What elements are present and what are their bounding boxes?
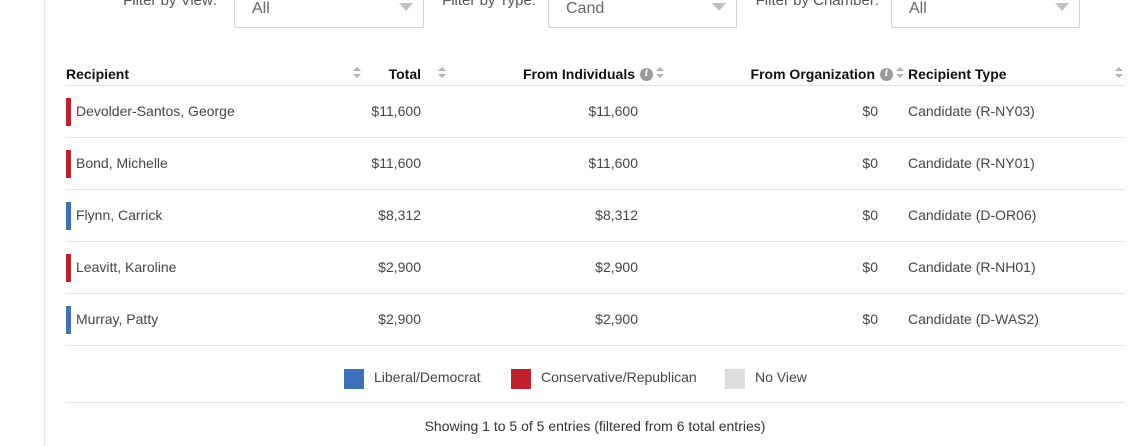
party-color-bar: [66, 202, 71, 230]
recipient-type-cell: Candidate (R-NH01): [908, 259, 1036, 275]
table-row: Devolder-Santos, George $11,600 $11,600 …: [66, 86, 1124, 138]
table-body: Devolder-Santos, George $11,600 $11,600 …: [66, 86, 1124, 346]
recipient-name-link[interactable]: Devolder-Santos, George: [76, 103, 235, 119]
filter-bar: Filter by View: All Filter by Type: Cand…: [0, 0, 1139, 28]
total-cell: $2,900: [378, 311, 421, 327]
party-color-bar: [66, 150, 71, 178]
header-from-organization[interactable]: From Organization: [751, 66, 875, 82]
table-row: Bond, Michelle $11,600 $11,600 $0 Candid…: [66, 138, 1124, 190]
total-cell: $8,312: [378, 207, 421, 223]
legend-label-democrat: Liberal/Democrat: [374, 369, 481, 385]
filter-view-select[interactable]: All: [234, 0, 424, 28]
content-left-border: [44, 0, 45, 446]
organization-cell: $0: [862, 207, 878, 223]
individuals-cell: $2,900: [595, 259, 638, 275]
party-legend: Liberal/Democrat Conservative/Republican…: [66, 345, 1124, 403]
recipients-table: Recipient Total From Individuals i From …: [66, 60, 1124, 346]
legend-label-republican: Conservative/Republican: [541, 369, 697, 385]
table-header: Recipient Total From Individuals i From …: [66, 60, 1124, 86]
header-recipient-type[interactable]: Recipient Type: [908, 66, 1007, 82]
total-cell: $11,600: [371, 103, 421, 119]
party-color-bar: [66, 306, 71, 334]
filter-view-label: Filter by View:: [123, 0, 217, 9]
filter-view-value: All: [252, 0, 270, 17]
individuals-cell: $8,312: [595, 207, 638, 223]
organization-cell: $0: [862, 311, 878, 327]
total-cell: $11,600: [371, 155, 421, 171]
recipient-name-link[interactable]: Murray, Patty: [76, 311, 158, 327]
filter-chamber-select[interactable]: All: [891, 0, 1080, 28]
info-icon[interactable]: i: [880, 68, 893, 81]
info-icon[interactable]: i: [640, 68, 653, 81]
organization-cell: $0: [862, 155, 878, 171]
filter-type-value: Cand: [566, 0, 605, 17]
individuals-cell: $11,600: [588, 155, 638, 171]
recipient-type-cell: Candidate (R-NY01): [908, 155, 1035, 171]
recipient-type-cell: Candidate (R-NY03): [908, 103, 1035, 119]
recipient-type-cell: Candidate (D-OR06): [908, 207, 1037, 223]
sort-icon[interactable]: [896, 67, 904, 79]
table-info-text: Showing 1 to 5 of 5 entries (filtered fr…: [424, 418, 766, 434]
filter-type-label: Filter by Type:: [442, 0, 536, 9]
chevron-down-icon: [399, 3, 413, 11]
sort-icon[interactable]: [353, 67, 361, 79]
recipient-name-link[interactable]: Bond, Michelle: [76, 155, 168, 171]
party-color-bar: [66, 254, 71, 282]
header-from-individuals[interactable]: From Individuals: [523, 66, 635, 82]
individuals-cell: $2,900: [595, 311, 638, 327]
organization-cell: $0: [862, 103, 878, 119]
sort-icon[interactable]: [656, 67, 664, 79]
recipient-name-link[interactable]: Leavitt, Karoline: [76, 259, 176, 275]
filter-chamber-value: All: [909, 0, 927, 17]
organization-cell: $0: [862, 259, 878, 275]
chevron-down-icon: [712, 3, 726, 11]
recipient-type-cell: Candidate (D-WAS2): [908, 311, 1039, 327]
header-total[interactable]: Total: [389, 66, 421, 82]
filter-chamber-label: Filter by Chamber:: [755, 0, 879, 9]
filter-type-select[interactable]: Cand: [548, 0, 737, 28]
header-recipient[interactable]: Recipient: [66, 66, 129, 82]
table-row: Leavitt, Karoline $2,900 $2,900 $0 Candi…: [66, 242, 1124, 294]
chevron-down-icon: [1055, 3, 1069, 11]
table-row: Murray, Patty $2,900 $2,900 $0 Candidate…: [66, 294, 1124, 346]
sort-icon[interactable]: [1115, 67, 1123, 79]
sort-icon[interactable]: [438, 67, 446, 79]
individuals-cell: $11,600: [588, 103, 638, 119]
recipient-name-link[interactable]: Flynn, Carrick: [76, 207, 162, 223]
total-cell: $2,900: [378, 259, 421, 275]
table-row: Flynn, Carrick $8,312 $8,312 $0 Candidat…: [66, 190, 1124, 242]
party-color-bar: [66, 98, 71, 126]
legend-swatch-democrat: [344, 369, 364, 389]
legend-label-no-view: No View: [755, 369, 807, 385]
legend-swatch-republican: [511, 369, 531, 389]
legend-swatch-no-view: [725, 369, 745, 389]
